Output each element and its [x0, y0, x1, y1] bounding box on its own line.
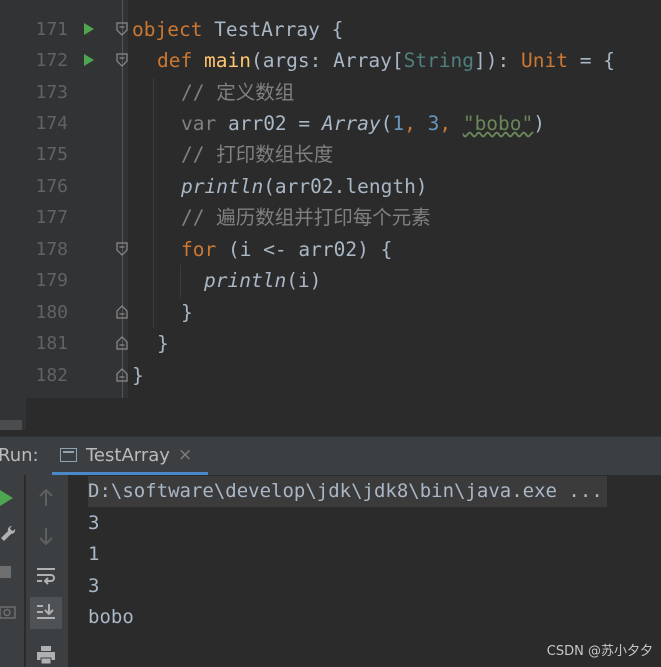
code-function: println — [181, 175, 264, 198]
code-text: ]): — [474, 49, 521, 72]
close-icon[interactable]: × — [178, 445, 192, 465]
editor-bottom-area — [26, 398, 661, 430]
fold-end-icon[interactable] — [116, 368, 128, 382]
run-toolbar-secondary — [26, 475, 68, 667]
line-number: 178 — [35, 239, 68, 260]
code-text: (i) — [286, 269, 322, 292]
code-text: (args: Array[ — [250, 49, 404, 72]
fold-icon[interactable] — [116, 22, 128, 36]
code-line-172: 172 def main(args: Array[String]): Unit … — [0, 45, 661, 76]
code-text: , — [439, 112, 463, 135]
code-string: "bobo" — [462, 112, 534, 135]
console-command-line: D:\software\develop\jdk\jdk8\bin\java.ex… — [88, 476, 607, 507]
print-icon[interactable] — [36, 645, 56, 665]
code-keyword: var — [181, 112, 217, 135]
line-number: 179 — [35, 270, 68, 291]
code-type: String — [403, 49, 475, 72]
line-number: 175 — [35, 144, 68, 165]
console-output-line: 3 — [88, 512, 100, 534]
code-keyword: for — [181, 238, 217, 261]
code-function: main — [203, 49, 251, 72]
code-text: (i <- arr02) { — [216, 238, 393, 261]
code-comment: // 遍历数组并打印每个元素 — [181, 206, 431, 229]
code-line-174: 174 var arr02 = Array(1, 3, "bobo") — [0, 108, 661, 139]
fold-end-icon[interactable] — [116, 336, 128, 350]
console-output[interactable]: D:\software\develop\jdk\jdk8\bin\java.ex… — [68, 475, 661, 667]
code-line-179: 179 println(i) — [0, 265, 661, 296]
code-type: Unit — [521, 49, 568, 72]
arrow-down-icon[interactable] — [38, 527, 54, 545]
scroll-to-end-icon — [37, 604, 55, 619]
run-tool-window: Run: TestArray × D:\software\develop\jdk… — [0, 436, 661, 667]
line-number: 181 — [35, 333, 68, 354]
tab-testarray[interactable]: TestArray × — [52, 437, 208, 475]
code-comment: // 打印数组长度 — [181, 143, 334, 166]
line-number: 171 — [35, 19, 68, 40]
code-comment: // 定义数组 — [181, 81, 295, 104]
code-editor[interactable]: 171 object TestArray { 172 def main(args… — [0, 0, 661, 430]
run-panel-header: Run: TestArray × — [0, 436, 661, 475]
code-line-177: 177 // 遍历数组并打印每个元素 — [0, 202, 661, 233]
code-text: } — [157, 332, 169, 355]
console-icon — [60, 448, 77, 462]
code-text: arr02 = — [216, 112, 322, 135]
line-number: 177 — [35, 207, 68, 228]
code-text: TestArray { — [202, 18, 344, 41]
fold-end-icon[interactable] — [116, 305, 128, 319]
code-line-175: 175 // 打印数组长度 — [0, 139, 661, 170]
scroll-thumb[interactable] — [0, 420, 22, 430]
run-gutter-icon[interactable] — [84, 54, 94, 66]
code-text: } — [132, 364, 144, 387]
code-line-180: 180 } — [0, 297, 661, 328]
watermark: CSDN @苏小夕夕 — [546, 644, 653, 659]
code-text: , — [404, 112, 428, 135]
code-function: Array — [321, 112, 381, 135]
code-keyword: object — [132, 18, 203, 41]
code-text: ) — [533, 112, 546, 135]
line-number: 180 — [35, 302, 68, 323]
line-number: 176 — [35, 176, 68, 197]
stop-icon[interactable] — [0, 565, 12, 579]
soft-wrap-icon[interactable] — [36, 567, 56, 585]
console-output-line: 3 — [88, 575, 100, 597]
code-text: ( — [380, 112, 393, 135]
console-output-line: 1 — [88, 543, 100, 565]
code-number: 3 — [427, 112, 440, 135]
line-number: 174 — [35, 113, 68, 134]
fold-icon[interactable] — [116, 242, 128, 256]
code-text: } — [181, 301, 193, 324]
wrench-icon[interactable] — [0, 525, 16, 543]
rerun-icon[interactable] — [0, 489, 14, 507]
code-keyword: def — [157, 49, 193, 72]
code-line-171: 171 object TestArray { — [0, 14, 661, 45]
code-line-176: 176 println(arr02.length) — [0, 171, 661, 202]
line-number: 173 — [35, 82, 68, 103]
fold-icon[interactable] — [116, 53, 128, 67]
tab-title: TestArray — [86, 445, 170, 466]
code-text: = { — [567, 49, 615, 72]
run-toolbar-primary — [0, 475, 24, 667]
run-gutter-icon[interactable] — [84, 23, 94, 35]
line-number: 182 — [35, 365, 68, 386]
code-line-181: 181 } — [0, 328, 661, 359]
camera-icon[interactable] — [0, 603, 16, 619]
code-line-173: 173 // 定义数组 — [0, 77, 661, 108]
arrow-up-icon[interactable] — [38, 489, 54, 507]
code-text: (arr02.length) — [263, 175, 428, 198]
run-label: Run: — [0, 445, 39, 466]
code-line-178: 178 for (i <- arr02) { — [0, 234, 661, 265]
code-function: println — [204, 269, 287, 292]
code-line-182: 182 } — [0, 360, 661, 391]
code-number: 1 — [392, 112, 405, 135]
console-output-line: bobo — [88, 606, 134, 628]
line-number: 172 — [35, 50, 68, 71]
